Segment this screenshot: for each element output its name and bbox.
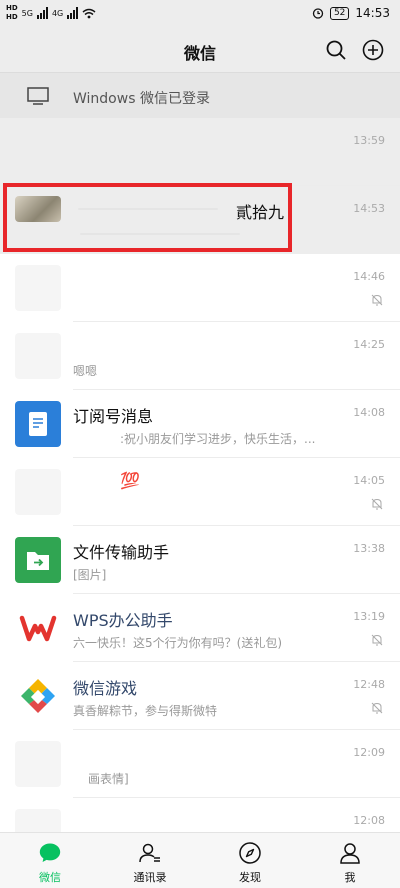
mute-bell-icon	[371, 294, 383, 306]
file-transfer-icon	[15, 537, 61, 583]
wps-logo-icon	[15, 605, 61, 651]
chat-item[interactable]: 13:59	[0, 118, 400, 186]
desktop-login-banner[interactable]: Windows 微信已登录	[0, 72, 400, 118]
clock: 14:53	[355, 6, 390, 20]
chat-item[interactable]: 💯 14:05	[0, 458, 400, 526]
subscription-icon	[15, 401, 61, 447]
mute-bell-icon	[371, 498, 383, 510]
chat-name: WPS办公助手	[73, 611, 173, 630]
chat-time: 14:46	[353, 270, 385, 283]
chat-time: 13:38	[353, 542, 385, 555]
chat-name: 文件传输助手	[73, 543, 170, 562]
status-left: HD HD 5G 4G	[6, 4, 96, 22]
chat-preview: [图片]	[73, 568, 107, 582]
add-circle-icon[interactable]	[362, 39, 384, 61]
tab-discover[interactable]: 发现	[200, 833, 300, 888]
chat-item[interactable]: 嗯嗯 14:25	[0, 322, 400, 390]
tab-me[interactable]: 我	[300, 833, 400, 888]
avatar	[15, 265, 61, 311]
login-banner-text: Windows 微信已登录	[73, 91, 210, 107]
sim2-label: HD	[6, 13, 18, 21]
tab-contacts[interactable]: 通讯录	[100, 833, 200, 888]
avatar	[15, 469, 61, 515]
bottom-tab-bar: 微信 通讯录 发现 我	[0, 832, 400, 888]
chat-time: 12:08	[353, 814, 385, 827]
net1-label: 5G	[21, 8, 33, 18]
chat-item-file-transfer[interactable]: 文件传输助手 [图片] 13:38	[0, 526, 400, 594]
chat-item-wps[interactable]: WPS办公助手 六一快乐！这5个行为你有吗？(送礼包) 13:19	[0, 594, 400, 662]
status-bar: HD HD 5G 4G 52 14:53	[0, 0, 400, 30]
chat-preview: 真香解粽节，参与得斯微特	[73, 704, 218, 718]
chat-item-subscriptions[interactable]: 订阅号消息 :祝小朋友们学习进步，快乐生活，... 14:08	[0, 390, 400, 458]
wifi-icon	[82, 8, 96, 18]
contacts-icon	[139, 843, 160, 863]
tab-chats[interactable]: 微信	[0, 833, 100, 888]
status-right: 52 14:53	[312, 6, 390, 20]
person-icon	[340, 843, 360, 864]
avatar	[15, 741, 61, 787]
chat-time: 14:08	[353, 406, 385, 419]
battery-indicator: 52	[329, 6, 350, 20]
chat-time: 14:25	[353, 338, 385, 351]
wechat-games-icon	[15, 673, 61, 719]
avatar	[15, 129, 61, 175]
chat-name: 订阅号消息	[73, 407, 154, 426]
signal-icon	[36, 7, 48, 19]
chat-time: 13:19	[353, 610, 385, 623]
mute-bell-icon	[371, 634, 383, 646]
tab-label: 我	[344, 871, 356, 884]
chat-item[interactable]: 画表情] 12:09	[0, 730, 400, 798]
sim1-label: HD	[6, 4, 18, 12]
chat-item-wechat-games[interactable]: 微信游戏 真香解粽节，参与得斯微特 12:48	[0, 662, 400, 730]
chat-item[interactable]: 12:08	[0, 798, 400, 832]
monitor-icon	[27, 87, 49, 105]
chat-time: 14:53	[353, 202, 385, 215]
mute-bell-icon	[371, 702, 383, 714]
chat-time: 12:09	[353, 746, 385, 759]
tab-label: 发现	[239, 871, 261, 884]
chat-time: 12:48	[353, 678, 385, 691]
chat-time: 13:59	[353, 134, 385, 147]
highlight-box	[3, 183, 292, 252]
signal-icon-2	[67, 7, 79, 19]
compass-icon	[239, 842, 261, 864]
sim-indicators: HD HD	[6, 4, 18, 22]
alarm-icon	[312, 8, 324, 19]
chat-preview: 六一快乐！这5个行为你有吗？(送礼包)	[73, 636, 282, 650]
chat-time: 14:05	[353, 474, 385, 487]
tab-label: 通讯录	[133, 871, 167, 884]
avatar	[15, 333, 61, 379]
tab-label: 微信	[39, 871, 61, 884]
search-icon[interactable]	[325, 39, 347, 61]
net2-label: 4G	[51, 8, 64, 18]
header: 微信	[0, 30, 400, 72]
chat-name: 💯	[120, 471, 140, 490]
avatar	[15, 809, 61, 832]
chat-bubble-icon	[39, 843, 61, 862]
chat-preview: 画表情]	[88, 772, 129, 786]
chat-preview: 嗯嗯	[73, 364, 98, 378]
chat-preview: :祝小朋友们学习进步，快乐生活，...	[120, 432, 316, 446]
chat-item[interactable]: 14:46	[0, 254, 400, 322]
chat-name: 微信游戏	[73, 679, 138, 698]
